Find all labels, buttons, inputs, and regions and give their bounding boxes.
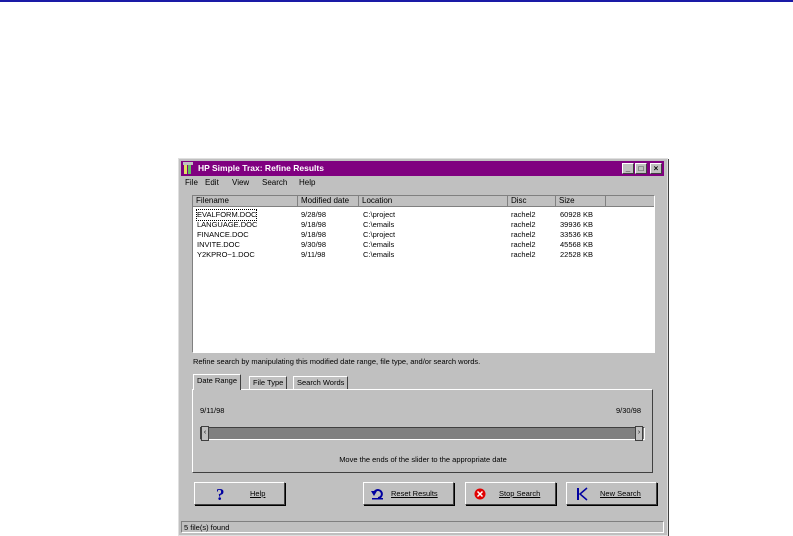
new-search-button-label: New Search xyxy=(600,489,641,498)
menu-file[interactable]: File xyxy=(185,178,198,187)
cell-size: 33536 KB xyxy=(560,230,593,239)
new-search-button[interactable]: New Search xyxy=(566,482,657,505)
cell-disc: rachel2 xyxy=(511,220,536,229)
app-window: HP Simple Trax: Refine Results _ □ × Fil… xyxy=(178,158,668,536)
cell-date: 9/11/98 xyxy=(301,250,326,259)
range-start-date: 9/11/98 xyxy=(200,406,225,415)
slider-instruction: Move the ends of the slider to the appro… xyxy=(339,455,507,464)
cell-filename: LANGUAGE.DOC xyxy=(197,220,258,229)
status-text: 5 file(s) found xyxy=(184,523,230,532)
menu-help[interactable]: Help xyxy=(299,178,315,187)
range-end-date: 9/30/98 xyxy=(616,406,642,415)
cell-disc: rachel2 xyxy=(511,250,536,259)
date-slider-track[interactable] xyxy=(200,427,645,440)
menu-search[interactable]: Search xyxy=(262,178,287,187)
cell-date: 9/30/98 xyxy=(301,240,327,249)
cell-size: 39936 KB xyxy=(560,220,593,229)
tab-date-range[interactable]: Date Range xyxy=(193,374,242,390)
reset-results-button[interactable]: Reset Results xyxy=(363,482,454,505)
status-bar: 5 file(s) found xyxy=(181,521,664,533)
cell-location: C:\emails xyxy=(363,240,395,249)
cell-size: 22528 KB xyxy=(560,250,593,259)
refine-hint: Refine search by manipulating this modif… xyxy=(193,357,481,366)
reset-arrow-icon xyxy=(371,489,383,500)
cell-location: C:\emails xyxy=(363,220,395,229)
cell-location: C:\project xyxy=(363,230,396,239)
title-bar[interactable]: HP Simple Trax: Refine Results _ □ × xyxy=(181,161,664,176)
app-icon xyxy=(183,162,193,174)
slider-start-handle[interactable]: ‹ xyxy=(201,426,209,441)
tab-search-words[interactable]: Search Words xyxy=(293,376,349,389)
cell-filename: EVALFORM.DOC xyxy=(195,209,258,221)
cell-size: 45568 KB xyxy=(560,240,593,249)
maximize-button[interactable]: □ xyxy=(635,163,647,174)
cell-disc: rachel2 xyxy=(511,230,536,239)
col-location[interactable]: Location xyxy=(359,196,508,207)
cell-disc: rachel2 xyxy=(511,210,536,219)
cell-disc: rachel2 xyxy=(511,240,536,249)
help-button-label: Help xyxy=(250,489,266,498)
stop-icon xyxy=(474,488,486,500)
cell-date: 9/18/98 xyxy=(301,220,327,229)
cell-date: 9/18/98 xyxy=(301,230,327,239)
col-spacer xyxy=(606,196,654,207)
question-mark-icon: ? xyxy=(216,486,225,502)
cell-filename: INVITE.DOC xyxy=(197,240,240,249)
help-button[interactable]: ? Help xyxy=(194,482,285,505)
stop-search-button[interactable]: Stop Search xyxy=(465,482,556,505)
cell-size: 60928 KB xyxy=(560,210,593,219)
col-modified-date[interactable]: Modified date xyxy=(298,196,359,207)
menu-view[interactable]: View xyxy=(232,178,249,187)
rewind-icon xyxy=(577,487,588,501)
cell-date: 9/28/98 xyxy=(301,210,327,219)
tab-file-type[interactable]: File Type xyxy=(249,376,288,389)
close-button[interactable]: × xyxy=(650,163,662,174)
cell-location: C:\project xyxy=(363,210,396,219)
reset-button-label: Reset Results xyxy=(391,489,438,498)
menu-edit[interactable]: Edit xyxy=(205,178,219,187)
minimize-button[interactable]: _ xyxy=(622,163,634,174)
cell-location: C:\emails xyxy=(363,250,395,259)
cell-filename: FINANCE.DOC xyxy=(197,230,249,239)
stop-button-label: Stop Search xyxy=(499,489,541,498)
top-rule xyxy=(0,0,793,2)
col-size[interactable]: Size xyxy=(556,196,606,207)
col-filename[interactable]: Filename xyxy=(193,196,298,207)
window-title: HP Simple Trax: Refine Results xyxy=(198,163,324,173)
col-disc[interactable]: Disc xyxy=(508,196,556,207)
cell-filename: Y2KPRO~1.DOC xyxy=(197,250,255,259)
results-list[interactable]: Filename Modified date Location Disc Siz… xyxy=(192,195,655,353)
svg-text:?: ? xyxy=(216,486,225,502)
slider-end-handle[interactable]: › xyxy=(635,426,643,441)
